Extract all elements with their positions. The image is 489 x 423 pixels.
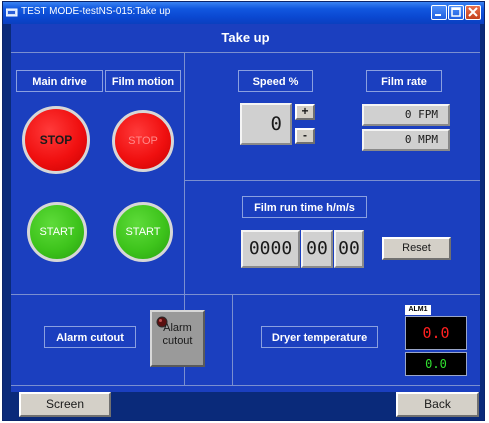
main-drive-label: Main drive (16, 70, 103, 92)
alarm-tag: ALM1 (405, 305, 431, 315)
alarm-cutout-label: Alarm cutout (44, 326, 136, 348)
minimize-button[interactable] (431, 5, 447, 20)
film-rate-label: Film rate (366, 70, 442, 92)
film-motion-start-button[interactable]: START (113, 202, 173, 262)
divider (11, 52, 480, 53)
title-bar: TEST MODE-testNS-015:Take up (3, 2, 484, 24)
close-button[interactable] (465, 5, 481, 20)
speed-value[interactable]: 0 (240, 103, 292, 145)
dryer-setpoint-display: 0.0 (405, 316, 467, 350)
speed-increase-button[interactable]: + (295, 104, 315, 120)
run-time-seconds: 00 (334, 230, 364, 268)
divider (11, 385, 480, 386)
film-rate-fpm: 0 FPM (362, 104, 450, 126)
film-rate-mpm: 0 MPM (362, 129, 450, 151)
footer-bar: Screen Back (3, 392, 484, 420)
app-icon (6, 8, 18, 17)
main-drive-stop-button[interactable]: STOP (22, 106, 90, 174)
window-title: TEST MODE-testNS-015:Take up (21, 6, 171, 17)
maximize-button[interactable] (448, 5, 464, 20)
run-time-hours: 0000 (241, 230, 300, 268)
maximize-icon (451, 7, 461, 17)
back-button[interactable]: Back (396, 392, 479, 417)
speed-label: Speed % (238, 70, 313, 92)
speed-decrease-button[interactable]: - (295, 128, 315, 144)
divider (185, 180, 480, 181)
run-time-minutes: 00 (301, 230, 333, 268)
panel-title: Take up (221, 30, 270, 45)
film-run-time-label: Film run time h/m/s (242, 196, 367, 218)
main-drive-start-button[interactable]: START (27, 202, 87, 262)
divider (11, 294, 480, 295)
film-motion-stop-button[interactable]: STOP (112, 110, 174, 172)
alarm-cutout-button[interactable]: Alarm cutout (150, 310, 205, 367)
screen-button[interactable]: Screen (19, 392, 111, 417)
hmi-window: TEST MODE-testNS-015:Take up Take up Mai… (2, 1, 485, 421)
close-icon (468, 7, 478, 17)
divider (232, 294, 233, 386)
film-motion-label: Film motion (105, 70, 181, 92)
minimize-icon (435, 14, 441, 16)
take-up-panel: Take up Main drive Film motion STOP STOP… (11, 24, 480, 392)
reset-button[interactable]: Reset (382, 237, 451, 260)
alarm-cutout-button-label: Alarm cutout (162, 322, 193, 347)
dryer-temperature-label: Dryer temperature (261, 326, 378, 348)
dryer-actual-display: 0.0 (405, 352, 467, 376)
